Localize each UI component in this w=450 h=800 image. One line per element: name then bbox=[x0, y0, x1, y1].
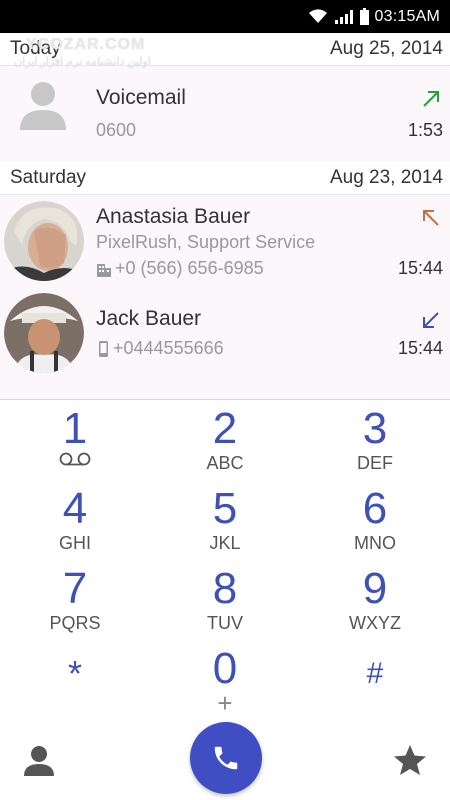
dial-key-8[interactable]: 8 TUV bbox=[150, 560, 300, 640]
contact-name: Anastasia Bauer bbox=[96, 205, 251, 228]
phone-icon bbox=[214, 746, 238, 770]
call-time: 15:44 bbox=[397, 338, 443, 358]
section-label: Saturday bbox=[10, 167, 87, 188]
call-button[interactable] bbox=[190, 722, 262, 794]
key-digit: 7 bbox=[62, 564, 88, 613]
watermark-line2: اولین دانشنامه نرم افزار ایران bbox=[14, 56, 151, 68]
call-row-voicemail[interactable]: Voicemail 0600 1:53 bbox=[0, 66, 450, 161]
key-letters: + bbox=[217, 688, 233, 718]
dial-key-hash[interactable]: # bbox=[300, 640, 450, 720]
call-time: 15:44 bbox=[397, 258, 443, 278]
key-letters: TUV bbox=[207, 613, 243, 633]
contact-company: PixelRush, Support Service bbox=[96, 232, 316, 252]
key-letters: GHI bbox=[58, 533, 91, 553]
person-icon[interactable] bbox=[22, 744, 56, 778]
signal-icon bbox=[334, 9, 353, 24]
avatar bbox=[4, 293, 84, 373]
dialpad: 1 2 ABC 3 DEF 4 GHI 5 JKL 6 MNO 7 PQRS 8… bbox=[0, 400, 450, 720]
incoming-call-icon bbox=[423, 312, 439, 328]
key-digit: 3 bbox=[362, 404, 388, 453]
key-letters: WXYZ bbox=[349, 613, 401, 633]
contact-name: Jack Bauer bbox=[96, 307, 202, 330]
status-time: 03:15AM bbox=[374, 7, 440, 25]
key-letters: PQRS bbox=[49, 613, 101, 633]
star-icon[interactable] bbox=[393, 744, 427, 776]
call-row-anastasia-bauer[interactable]: Anastasia Bauer PixelRush, Support Servi… bbox=[0, 195, 450, 287]
bottom-bar bbox=[0, 720, 450, 800]
dial-key-3[interactable]: 3 DEF bbox=[300, 400, 450, 480]
contact-name: Voicemail bbox=[96, 86, 186, 109]
section-header-saturday: Saturday Aug 23, 2014 bbox=[0, 162, 450, 195]
mobile-icon bbox=[99, 340, 108, 357]
dial-key-2[interactable]: 2 ABC bbox=[150, 400, 300, 480]
dial-key-7[interactable]: 7 PQRS bbox=[0, 560, 150, 640]
key-letters: ABC bbox=[206, 453, 244, 473]
dial-key-9[interactable]: 9 WXYZ bbox=[300, 560, 450, 640]
default-contact-icon bbox=[20, 82, 66, 130]
contact-number: 0600 bbox=[96, 120, 137, 140]
key-letters: MNO bbox=[354, 533, 396, 553]
contact-number: +0444555666 bbox=[113, 338, 224, 358]
watermark: YCOZAR.COM اولین دانشنامه نرم افزار ایرا… bbox=[12, 35, 222, 75]
contact-number-line: +0444555666 bbox=[96, 338, 224, 359]
key-digit: 5 bbox=[212, 484, 238, 533]
call-row-jack-bauer[interactable]: Jack Bauer +0444555666 15:44 bbox=[0, 287, 450, 379]
dial-key-star[interactable]: * bbox=[0, 640, 150, 720]
dial-key-5[interactable]: 5 JKL bbox=[150, 480, 300, 560]
battery-icon bbox=[359, 8, 369, 25]
dial-key-0[interactable]: 0 + bbox=[150, 640, 300, 720]
building-icon bbox=[97, 263, 111, 277]
contact-number: +0 (566) 656-6985 bbox=[115, 258, 264, 278]
key-digit: 9 bbox=[362, 564, 388, 613]
contact-number-line: +0 (566) 656-6985 bbox=[96, 258, 264, 279]
key-digit: 1 bbox=[62, 404, 88, 453]
dial-key-4[interactable]: 4 GHI bbox=[0, 480, 150, 560]
key-digit: 6 bbox=[362, 484, 388, 533]
key-digit: 8 bbox=[212, 564, 238, 613]
call-log: Today Aug 25, 2014 Voicemail 0600 1:53 S… bbox=[0, 33, 450, 400]
section-date: Aug 23, 2014 bbox=[329, 167, 443, 188]
key-digit: * bbox=[67, 653, 82, 694]
key-digit: 2 bbox=[212, 404, 238, 453]
key-letters: DEF bbox=[357, 453, 393, 473]
key-digit: 4 bbox=[62, 484, 88, 533]
avatar bbox=[4, 201, 84, 281]
status-bar: 03:15AM bbox=[0, 0, 450, 33]
voicemail-icon bbox=[59, 452, 91, 466]
key-digit: # bbox=[366, 657, 384, 690]
key-letters: JKL bbox=[209, 533, 241, 553]
dial-key-1[interactable]: 1 bbox=[0, 400, 150, 480]
watermark-line1: YCOZAR.COM bbox=[26, 36, 146, 53]
key-digit: 0 bbox=[212, 644, 238, 693]
status-icons: 03:15AM bbox=[308, 0, 440, 33]
missed-call-icon bbox=[423, 210, 439, 226]
call-time: 1:53 bbox=[407, 120, 443, 140]
dial-key-6[interactable]: 6 MNO bbox=[300, 480, 450, 560]
wifi-icon bbox=[308, 8, 327, 23]
outgoing-call-icon bbox=[423, 91, 439, 107]
section-date: Aug 25, 2014 bbox=[329, 38, 443, 59]
